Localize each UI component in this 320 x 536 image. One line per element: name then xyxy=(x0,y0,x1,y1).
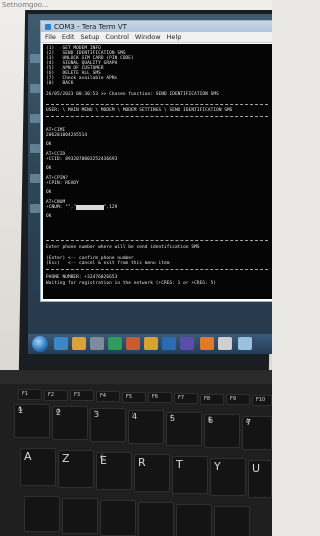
desktop-icon[interactable] xyxy=(30,84,40,93)
teraterm-taskbar-icon[interactable] xyxy=(218,337,232,350)
app-icon[interactable] xyxy=(90,337,104,350)
chosen-function-line: 26/05/2023 00:30:53 >> Chosen function: … xyxy=(46,92,219,97)
divider xyxy=(46,104,268,105)
app-icon[interactable] xyxy=(126,337,140,350)
key-f8[interactable]: F8 xyxy=(200,394,224,405)
menu-bar: File Edit Setup Control Window Help xyxy=(41,32,272,43)
key-f5[interactable]: F5 xyxy=(122,392,146,403)
log-line: +CPIN: READY xyxy=(46,181,79,186)
divider xyxy=(46,240,268,241)
menu-help[interactable]: Help xyxy=(167,33,182,41)
key-e[interactable]: E € xyxy=(96,452,132,490)
menu-window[interactable]: Window xyxy=(135,33,161,41)
photo-caption: Setnomgoo... xyxy=(2,1,49,9)
log-line: OK xyxy=(46,142,52,147)
key-t[interactable]: T xyxy=(172,456,208,494)
menu-file[interactable]: File xyxy=(45,33,56,41)
key-f1[interactable]: F1 xyxy=(18,389,42,400)
desktop-icon[interactable] xyxy=(30,144,40,153)
prompt-line: Enter phone number where will be send id… xyxy=(46,245,200,250)
desktop-icon[interactable] xyxy=(30,204,40,213)
key-4[interactable]: 4 ' xyxy=(128,410,164,444)
divider xyxy=(46,116,268,117)
prompt-line: (Esc) <-- cancel & exit from this menu i… xyxy=(46,261,170,266)
key-f4[interactable]: F4 xyxy=(96,391,120,402)
app-icon[interactable] xyxy=(162,337,176,350)
menu-setup[interactable]: Setup xyxy=(80,33,99,41)
ie-icon[interactable] xyxy=(54,337,68,350)
keyboard-key[interactable] xyxy=(62,498,98,534)
phone-number-line: PHONE NUMBER: +32476026653 xyxy=(46,275,118,280)
teraterm-window: COM3 - Tera Term VT File Edit Setup Cont… xyxy=(40,20,272,302)
menu-path-line: USER: \ MAIN MENU \ MODEM \ MODEM SETTIN… xyxy=(46,108,233,113)
cnum-line: +CNUM: ""," ",129 xyxy=(46,205,117,210)
app-icon[interactable] xyxy=(144,337,158,350)
key-2[interactable]: 2é xyxy=(52,406,88,440)
keyboard-key[interactable] xyxy=(100,500,136,536)
key-6[interactable]: 6 § xyxy=(204,414,240,448)
key-r[interactable]: R xyxy=(134,454,170,492)
cnum-prefix: +CNUM: ""," xyxy=(46,205,77,210)
key-5[interactable]: 5( xyxy=(166,412,202,446)
menu-line: (0) BACK xyxy=(46,81,74,86)
redacted-number xyxy=(76,205,104,210)
start-button[interactable] xyxy=(32,336,48,352)
key-f6[interactable]: F6 xyxy=(148,392,172,403)
app-icon[interactable] xyxy=(180,337,194,350)
key-y[interactable]: Y xyxy=(210,458,246,496)
window-title: COM3 - Tera Term VT xyxy=(54,22,127,31)
key-z[interactable]: Z xyxy=(58,450,94,488)
key-f2[interactable]: F2 xyxy=(44,390,68,401)
desktop-icon[interactable] xyxy=(30,174,40,183)
window-titlebar[interactable]: COM3 - Tera Term VT xyxy=(41,21,272,32)
key-f3[interactable]: F3 xyxy=(70,390,94,401)
key-3[interactable]: 3 " xyxy=(90,408,126,442)
log-line: 206201004245514 xyxy=(46,133,88,138)
folder-icon[interactable] xyxy=(72,337,86,350)
app-icon[interactable] xyxy=(108,337,122,350)
log-line: OK xyxy=(46,214,52,219)
divider xyxy=(46,269,268,270)
desktop-icon[interactable] xyxy=(30,114,40,123)
app-icon[interactable] xyxy=(200,337,214,350)
waiting-line: Waiting for registration in the network … xyxy=(46,281,217,286)
key-a[interactable]: A xyxy=(20,448,56,486)
app-icon[interactable] xyxy=(238,337,252,350)
key-1[interactable]: 1 & xyxy=(14,404,50,438)
key-f7[interactable]: F7 xyxy=(174,393,198,404)
desktop: COM3 - Tera Term VT File Edit Setup Cont… xyxy=(28,14,272,354)
key-u[interactable]: U xyxy=(248,460,272,498)
key-7[interactable]: 7è xyxy=(242,416,272,450)
keyboard-key[interactable] xyxy=(138,502,174,536)
laptop-hinge xyxy=(0,370,272,384)
key-f10[interactable]: F10 xyxy=(252,395,272,406)
key-f9[interactable]: F9 xyxy=(226,394,250,405)
desktop-icon[interactable] xyxy=(30,54,40,63)
menu-control[interactable]: Control xyxy=(105,33,129,41)
teraterm-app-icon xyxy=(45,23,51,30)
photo-scene: Setnomgoo... COM3 - Tera Term VT File Ed… xyxy=(0,0,272,536)
log-line: OK xyxy=(46,166,52,171)
menu-edit[interactable]: Edit xyxy=(62,33,75,41)
keyboard-key[interactable] xyxy=(24,496,60,532)
keyboard-key[interactable] xyxy=(176,504,212,536)
keyboard-key[interactable] xyxy=(214,506,250,536)
log-line: OK xyxy=(46,190,52,195)
log-line: +CCID: 8932070003252436693 xyxy=(46,157,118,162)
terminal-area[interactable]: (1) GET MODEM INFO (2) SEND IDENTIFICATI… xyxy=(43,44,272,299)
cnum-suffix: ",129 xyxy=(103,205,118,210)
taskbar xyxy=(28,334,272,354)
